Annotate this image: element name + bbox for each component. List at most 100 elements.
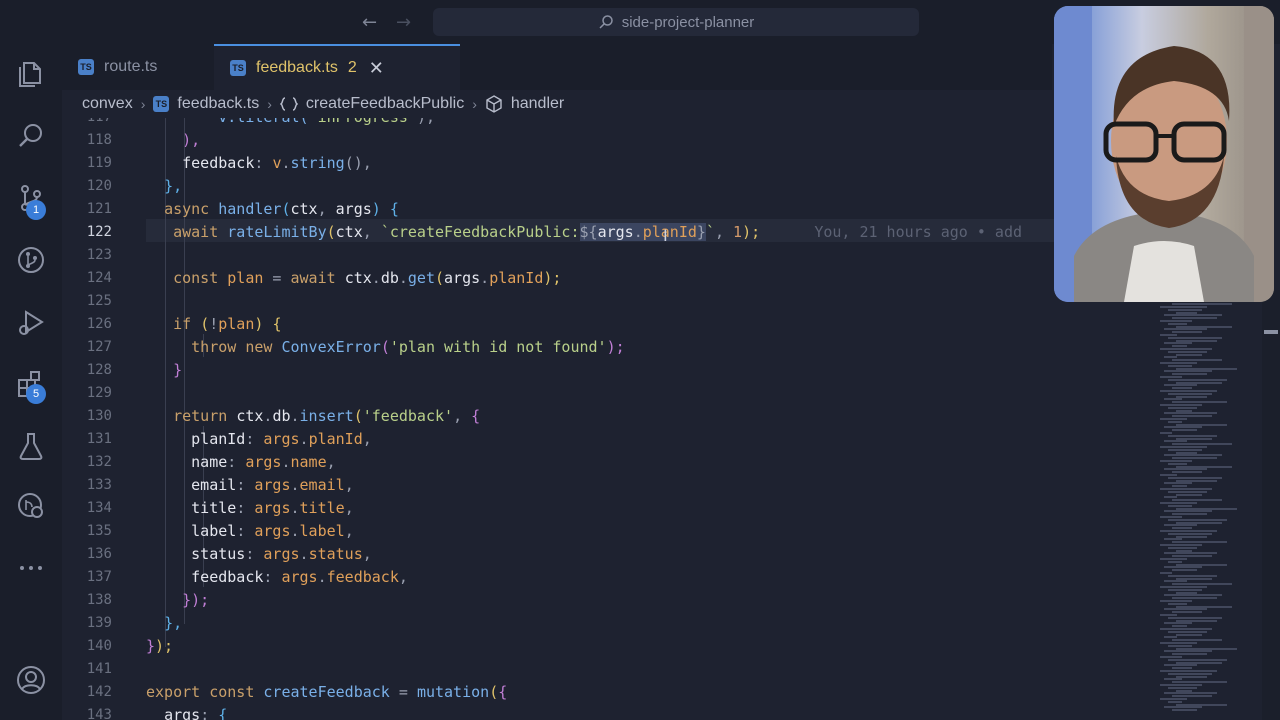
minimap-line — [1168, 406, 1197, 409]
minimap-line — [1172, 681, 1227, 684]
minimap-line — [1176, 409, 1192, 412]
line-number: 136 — [86, 546, 112, 562]
minimap-line — [1176, 507, 1237, 510]
minimap-line — [1160, 558, 1187, 560]
minimap-line — [1176, 367, 1237, 370]
tab-label: feedback.ts — [256, 59, 338, 76]
breadcrumb-file[interactable]: feedback.ts — [177, 95, 259, 113]
minimap-line — [1164, 636, 1177, 639]
minimap-line — [1160, 362, 1197, 364]
minimap-line — [1176, 605, 1232, 608]
breadcrumb-symbol-handler[interactable]: handler — [511, 95, 564, 113]
minimap-line — [1160, 488, 1212, 490]
minimap-line — [1164, 510, 1212, 513]
minimap-line — [1160, 684, 1202, 686]
minimap-line — [1160, 502, 1197, 504]
text-cursor-icon: I — [663, 226, 668, 245]
extensions-badge: 5 — [26, 384, 46, 404]
tab-label: route.ts — [104, 58, 158, 75]
minimap-line — [1172, 611, 1202, 614]
tab-route-ts[interactable]: TS route.ts — [62, 44, 214, 90]
minimap-line — [1164, 314, 1222, 317]
minimap-line — [1160, 376, 1182, 378]
search-icon[interactable] — [15, 120, 47, 152]
minimap-line — [1172, 373, 1207, 376]
minimap-line — [1164, 328, 1207, 331]
search-icon — [599, 15, 613, 29]
editor-tab-bar: TS route.ts TS feedback.ts 2 ✕ — [62, 44, 1052, 90]
line-number: 130 — [86, 408, 112, 424]
minimap-line — [1168, 490, 1207, 493]
line-number: 120 — [86, 178, 112, 194]
remote-icon[interactable] — [15, 490, 47, 522]
minimap[interactable] — [1160, 290, 1260, 720]
minimap-line — [1164, 552, 1217, 555]
minimap-line — [1176, 689, 1192, 692]
close-icon[interactable]: ✕ — [369, 58, 384, 79]
minimap-line — [1160, 572, 1172, 574]
minimap-line — [1176, 339, 1217, 342]
code-editor[interactable]: 117 118 119 120 121 122 123 124 125 126 127 128 129 1… — [62, 118, 1160, 720]
minimap-line — [1160, 320, 1192, 322]
minimap-line — [1164, 426, 1202, 429]
typescript-file-icon: TS — [78, 59, 94, 75]
minimap-line — [1164, 440, 1187, 443]
minimap-line — [1172, 667, 1192, 670]
minimap-line — [1176, 549, 1192, 552]
command-center-search[interactable]: side-project-planner — [433, 8, 919, 36]
minimap-line — [1176, 619, 1217, 622]
minimap-line — [1172, 457, 1217, 460]
line-number: 131 — [86, 431, 112, 447]
minimap-line — [1168, 546, 1197, 549]
minimap-line — [1164, 496, 1177, 499]
minimap-line — [1164, 678, 1182, 681]
minimap-line — [1164, 370, 1212, 373]
minimap-line — [1160, 670, 1217, 672]
explorer-icon[interactable] — [15, 58, 47, 90]
code-line-134: title: args.title, — [191, 499, 354, 517]
minimap-line — [1172, 653, 1207, 656]
back-arrow-icon[interactable]: ← — [362, 12, 377, 33]
breadcrumb-folder[interactable]: convex — [82, 95, 133, 113]
git-graph-icon[interactable] — [15, 244, 47, 276]
minimap-line — [1160, 642, 1197, 644]
line-number: 118 — [86, 132, 112, 148]
account-icon[interactable] — [15, 664, 47, 696]
testing-icon[interactable] — [15, 430, 47, 462]
line-number: 127 — [86, 339, 112, 355]
symbol-function-icon — [486, 95, 502, 113]
minimap-line — [1176, 381, 1222, 384]
minimap-line — [1168, 658, 1227, 661]
scrollbar-thumb[interactable] — [1264, 330, 1278, 334]
code-line-126: if (!plan) { — [173, 315, 282, 333]
line-number: 132 — [86, 454, 112, 470]
minimap-line — [1164, 594, 1222, 597]
tab-feedback-ts[interactable]: TS feedback.ts 2 ✕ — [214, 44, 460, 90]
breadcrumb-symbol-createfeedbackpublic[interactable]: createFeedbackPublic — [306, 95, 464, 113]
minimap-line — [1176, 395, 1207, 398]
more-icon[interactable] — [15, 552, 47, 584]
code-line-122: await rateLimitBy(ctx, `createFeedbackPu… — [173, 223, 1023, 241]
minimap-line — [1176, 703, 1227, 706]
code-line-139: }, — [164, 614, 183, 632]
minimap-line — [1172, 443, 1232, 446]
minimap-line — [1176, 451, 1197, 454]
minimap-line — [1160, 628, 1212, 630]
minimap-line — [1176, 493, 1202, 496]
forward-arrow-icon[interactable]: → — [396, 12, 411, 33]
minimap-line — [1164, 622, 1192, 625]
minimap-line — [1172, 331, 1202, 334]
minimap-line — [1168, 462, 1187, 465]
line-number: 126 — [86, 316, 112, 332]
line-number: 135 — [86, 523, 112, 539]
run-debug-icon[interactable] — [15, 306, 47, 338]
typescript-file-icon: TS — [230, 60, 246, 76]
line-number: 139 — [86, 615, 112, 631]
code-line-130: return ctx.db.insert('feedback', { — [173, 407, 481, 425]
code-line-137: feedback: args.feedback, — [191, 568, 408, 586]
editor-scrollbar[interactable] — [1262, 290, 1280, 720]
minimap-line — [1172, 695, 1212, 698]
minimap-line — [1172, 387, 1192, 390]
minimap-line — [1168, 616, 1222, 619]
minimap-line — [1164, 384, 1197, 387]
